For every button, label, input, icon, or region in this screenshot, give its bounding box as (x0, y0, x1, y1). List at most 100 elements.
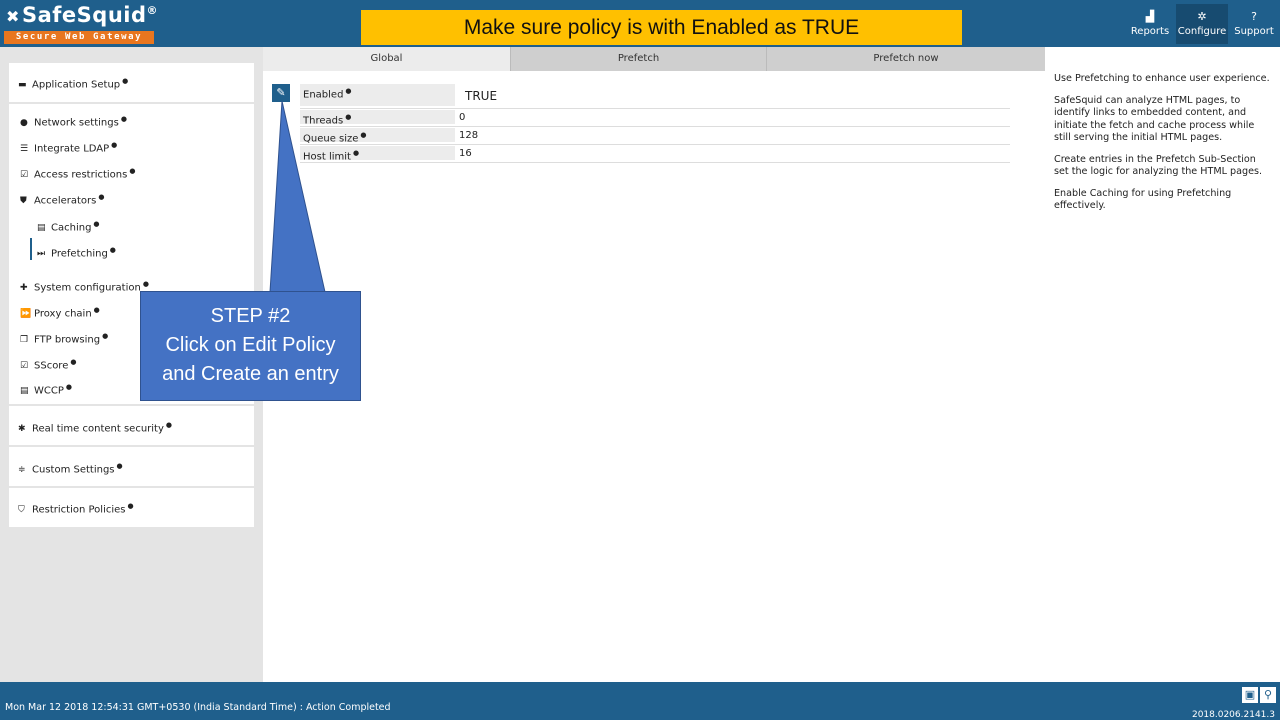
callout-line: STEP #2 (210, 305, 291, 327)
question-icon: ? (1251, 10, 1257, 23)
property-value: TRUE (465, 89, 498, 103)
checkbox-icon: ☑ (20, 361, 29, 372)
sidebar-item-proxy-chain[interactable]: ⏩ Proxy chain ● (20, 306, 100, 319)
info-icon: ● (360, 131, 367, 139)
sidebar-item-ftp-browsing[interactable]: ❐ FTP browsing ● (20, 332, 108, 345)
property-value: 0 (459, 112, 466, 123)
edit-policy-button[interactable]: ✎ (272, 84, 290, 102)
sidebar-item-integrate-ldap[interactable]: ☰ Integrate LDAP ● (20, 141, 117, 154)
info-icon: ● (93, 306, 100, 314)
save-button[interactable]: ▣ (1242, 687, 1258, 703)
property-row-host-limit: Host limit ● 16 (300, 145, 1010, 163)
info-icon: ● (116, 462, 123, 470)
sidebar-item-prefetching[interactable]: ⏭ Prefetching ● (37, 246, 116, 259)
sidebar-item-network-settings[interactable]: ● Network settings ● (20, 115, 127, 128)
sidebar-item-label: Restriction Policies (32, 504, 126, 516)
info-icon: ● (352, 149, 360, 157)
server-icon: ▤ (20, 386, 29, 397)
sidebar-item-label: Integrate LDAP (34, 143, 110, 155)
property-value: 16 (459, 148, 472, 159)
safesquid-logo[interactable]: ✖SafeSquid® Secure Web Gateway (4, 3, 158, 45)
copy-icon: ❐ (20, 335, 29, 346)
tools-icon: ✖ (6, 7, 20, 26)
footer-buttons: ▣ ⚲ (1242, 687, 1276, 703)
tab-global[interactable]: Global (263, 47, 511, 71)
sidebar-item-wccp[interactable]: ▤ WCCP ● (20, 383, 72, 396)
info-icon: ● (127, 502, 134, 510)
info-icon: ● (111, 141, 118, 149)
callout-line: and Create an entry (162, 363, 339, 385)
tab-prefetch-now[interactable]: Prefetch now (767, 47, 1045, 71)
puzzle-icon: ✚ (20, 283, 28, 294)
search-button[interactable]: ⚲ (1260, 687, 1276, 703)
nav-support-label: Support (1234, 26, 1274, 37)
app-header: ✖SafeSquid® Secure Web Gateway Make sure… (0, 0, 1280, 47)
globe-icon: ● (20, 118, 28, 129)
info-icon: ● (102, 332, 109, 340)
sidebar-item-real-time-content-security[interactable]: ✱ Real time content security ● (18, 421, 172, 434)
main-content: Global Prefetch Prefetch now ✎ Enabled ● … (263, 47, 1045, 682)
nav-configure[interactable]: ✲ Configure (1176, 4, 1228, 44)
sidebar-item-application-setup[interactable]: ▬ Application Setup ● (18, 77, 128, 90)
briefcase-icon: ▬ (18, 80, 27, 91)
sidebar-item-label: Access restrictions (34, 169, 128, 181)
info-icon: ● (65, 383, 72, 391)
search-icon: ⚲ (1263, 688, 1273, 701)
sidebar-item-restriction-policies[interactable]: ⛉ Restriction Policies ● (18, 502, 134, 515)
status-bar: Mon Mar 12 2018 12:54:31 GMT+0530 (India… (0, 682, 1280, 720)
step-callout: STEP #2 Click on Edit Policy and Create … (140, 291, 361, 401)
chart-icon: ▟ (1145, 10, 1155, 23)
info-icon: ● (345, 113, 352, 121)
brand-tagline: Secure Web Gateway (4, 31, 154, 44)
info-icon: ● (98, 193, 105, 201)
fast-forward-icon: ⏩ (20, 309, 32, 320)
help-text: Enable Caching for using Prefetching eff… (1054, 187, 1232, 212)
sidebar-item-label: Accelerators (34, 195, 97, 207)
sidebar-item-caching[interactable]: ▤ Caching ● (37, 220, 100, 233)
card-application-setup: ▬ Application Setup ● (9, 63, 254, 102)
help-text: SafeSquid can analyze HTML pages, to ide… (1054, 94, 1255, 144)
sidebar-item-access-restrictions[interactable]: ☑ Access restrictions ● (20, 167, 135, 180)
instruction-banner: Make sure policy is with Enabled as TRUE (361, 10, 962, 45)
active-item-marker (30, 238, 32, 260)
checkbox-icon: ☑ (20, 170, 29, 181)
property-label: Host limit ● (300, 146, 455, 162)
sidebar-item-accelerators[interactable]: ⛊ Accelerators ● (20, 193, 104, 206)
trademark: ® (146, 4, 159, 17)
info-icon: ● (109, 246, 116, 254)
property-label: Enabled ● (300, 84, 455, 106)
info-icon: ● (120, 115, 127, 123)
property-label-text: Queue size (303, 133, 359, 145)
property-label-text: Threads (303, 115, 344, 127)
nav-reports[interactable]: ▟ Reports (1124, 4, 1176, 44)
sidebar-item-label: Application Setup (32, 79, 121, 91)
status-text: Mon Mar 12 2018 12:54:31 GMT+0530 (India… (5, 702, 391, 713)
help-panel: Use Prefetching to enhance user experien… (1045, 47, 1280, 682)
card-restriction-policies: ⛉ Restriction Policies ● (9, 488, 254, 527)
info-icon: ● (345, 87, 352, 95)
properties-table: Enabled ● TRUE Threads ● 0 Queue size ● 128… (300, 83, 1010, 163)
sidebar-item-label: WCCP (34, 385, 64, 397)
tab-bar: Global Prefetch Prefetch now (263, 47, 1045, 71)
property-value: 128 (459, 130, 479, 141)
sidebar-item-system-configuration[interactable]: ✚ System configuration ● (20, 280, 149, 293)
card-custom-settings: ≑ Custom Settings ● (9, 447, 254, 486)
database-icon: ▤ (37, 223, 46, 234)
sidebar-item-label: Caching (51, 222, 92, 234)
property-label: Queue size ● (300, 128, 455, 145)
sidebar-item-label: FTP browsing (34, 334, 101, 346)
nav-support[interactable]: ? Support (1228, 4, 1280, 44)
info-icon: ● (142, 280, 149, 288)
info-icon: ● (129, 167, 136, 175)
sidebar-item-label: Custom Settings (32, 464, 115, 476)
sidebar-item-sscore[interactable]: ☑ SScore ● (20, 358, 76, 371)
info-icon: ● (70, 358, 77, 366)
help-text: Use Prefetching to enhance user experien… (1054, 73, 1270, 84)
callout-line: Click on Edit Policy (165, 334, 336, 356)
tab-prefetch[interactable]: Prefetch (511, 47, 767, 71)
bug-icon: ✱ (18, 424, 26, 435)
sidebar-item-custom-settings[interactable]: ≑ Custom Settings ● (18, 462, 123, 475)
cogs-icon: ✲ (1197, 10, 1207, 23)
rocket-icon: ⛊ (20, 196, 27, 207)
property-row-enabled: Enabled ● TRUE (300, 83, 1010, 109)
